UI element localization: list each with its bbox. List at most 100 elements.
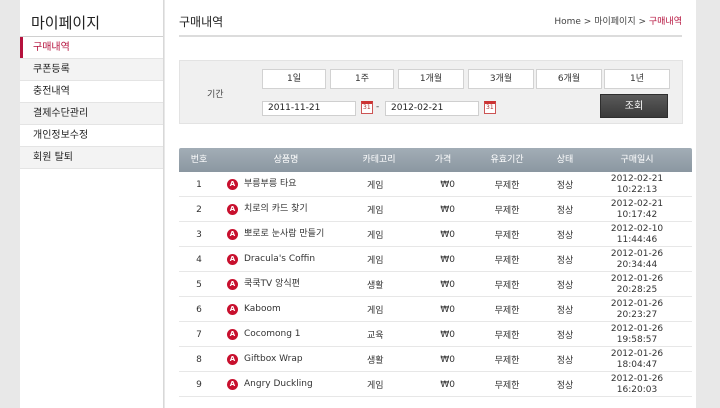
purchase-datetime-cell: 2012-01-26 20:34:44 [587, 247, 687, 272]
table-header: 번호 상품명 카테고리 가격 유효기간 상태 구매일시 [179, 148, 692, 172]
period-1month-button[interactable]: 1개월 [398, 69, 464, 89]
product-name-cell[interactable]: A Kaboom [227, 297, 345, 322]
app-store-icon: A [227, 229, 238, 240]
table-row[interactable]: 4 A Dracula's Coffin 게임 ₩0 무제한 정상 2012-01-26 20:… [179, 247, 692, 272]
table-row[interactable]: 9 A Angry Duckling 게임 ₩0 무제한 정상 2012-01-26 16:20… [179, 372, 692, 397]
breadcrumb-home[interactable]: Home [554, 17, 581, 27]
header-status: 상태 [556, 155, 574, 165]
sidebar-item-purchase-history[interactable]: 구매내역 [20, 37, 163, 59]
category-cell: 교육 [367, 331, 384, 341]
purchase-time: 10:17:42 [616, 209, 658, 220]
app-store-icon: A [227, 379, 238, 390]
purchase-datetime-cell: 2012-01-26 20:28:25 [587, 272, 687, 297]
product-name[interactable]: 치로의 카드 찾기 [244, 204, 308, 215]
calendar-icon[interactable] [361, 101, 373, 114]
table-row[interactable]: 3 A 뽀로로 눈사람 만들기 게임 ₩0 무제한 정상 2012-02-10 11:44:46 [179, 222, 692, 247]
product-name[interactable]: Giftbox Wrap [244, 354, 303, 365]
purchase-datetime: 2012-01-26 16:20:03 [611, 374, 663, 396]
period-1year-button[interactable]: 1년 [604, 69, 670, 89]
table-row[interactable]: 8 A Giftbox Wrap 생활 ₩0 무제한 정상 2012-01-26 18:04:4… [179, 347, 692, 372]
purchase-datetime-cell: 2012-01-26 20:23:27 [587, 297, 687, 322]
product-name-cell[interactable]: A Angry Duckling [227, 372, 345, 397]
app-store-icon: A [227, 329, 238, 340]
period-3month-button[interactable]: 3개월 [468, 69, 534, 89]
breadcrumb-separator: > [580, 17, 595, 27]
product-name[interactable]: Angry Duckling [244, 379, 313, 390]
purchase-time: 20:23:27 [616, 309, 658, 320]
purchase-datetime-cell: 2012-01-26 19:58:57 [587, 322, 687, 347]
search-button[interactable]: 조회 [600, 94, 668, 118]
sidebar-item-coupon-register[interactable]: 쿠폰등록 [20, 59, 163, 81]
product-name[interactable]: 뽀로로 눈사람 만들기 [244, 229, 324, 240]
date-range-dash: - [376, 102, 380, 112]
period-filter: 기간 1일 1주 1개월 3개월 6개월 1년 2011-11-21 - 201… [179, 60, 683, 124]
price-cell: ₩0 [440, 254, 455, 265]
breadcrumb-parent[interactable]: 마이페이지 [594, 17, 635, 27]
row-number: 7 [196, 329, 202, 340]
purchase-time: 20:34:44 [616, 259, 658, 270]
row-number: 4 [196, 254, 202, 265]
purchase-date: 2012-01-26 [610, 273, 664, 284]
validity-cell: 무제한 [494, 331, 520, 341]
app-store-icon: A [227, 354, 238, 365]
app-store-icon: A [227, 204, 238, 215]
table-row[interactable]: 2 A 치로의 카드 찾기 게임 ₩0 무제한 정상 2012-02-21 10:17:42 [179, 197, 692, 222]
start-date-field[interactable]: 2011-11-21 [262, 101, 356, 116]
status-cell: 정상 [556, 256, 574, 266]
app-store-icon: A [227, 279, 238, 290]
product-name-cell[interactable]: A Dracula's Coffin [227, 247, 345, 272]
header-purchase-date: 구매일시 [620, 155, 654, 165]
purchase-table: 번호 상품명 카테고리 가격 유효기간 상태 구매일시 1 A 부릉부릉 타요 게임 ₩… [179, 148, 692, 397]
sidebar-item-charge-history[interactable]: 충전내역 [20, 81, 163, 103]
validity-cell: 무제한 [494, 381, 520, 391]
product-name-cell[interactable]: A 부릉부릉 타요 [227, 172, 345, 197]
table-row[interactable]: 5 A 쿡쿡TV 앙식편 생활 ₩0 무제한 정상 2012-01-26 20:28:25 [179, 272, 692, 297]
period-6month-button[interactable]: 6개월 [536, 69, 602, 89]
price-cell: ₩0 [440, 379, 455, 390]
status-cell: 정상 [556, 181, 574, 191]
period-1week-button[interactable]: 1주 [330, 69, 394, 89]
header-category: 카테고리 [362, 155, 396, 165]
product-name-cell[interactable]: A Cocomong 1 [227, 322, 345, 347]
calendar-icon[interactable] [484, 101, 496, 114]
validity-cell: 무제한 [494, 181, 520, 191]
sidebar-item-payment-methods[interactable]: 결제수단관리 [20, 103, 163, 125]
purchase-datetime-cell: 2012-01-26 16:20:03 [587, 372, 687, 397]
product-name-cell[interactable]: A Giftbox Wrap [227, 347, 345, 372]
row-number: 8 [196, 354, 202, 365]
product-name[interactable]: 부릉부릉 타요 [244, 179, 297, 190]
sidebar-item-edit-profile[interactable]: 개인정보수정 [20, 125, 163, 147]
price-cell: ₩0 [440, 279, 455, 290]
row-number: 2 [196, 204, 202, 215]
status-cell: 정상 [556, 231, 574, 241]
validity-cell: 무제한 [494, 281, 520, 291]
product-name-cell[interactable]: A 뽀로로 눈사람 만들기 [227, 222, 345, 247]
validity-cell: 무제한 [494, 306, 520, 316]
sidebar-item-withdraw[interactable]: 회원 탈퇴 [20, 147, 163, 169]
breadcrumb-separator: > [635, 17, 649, 27]
purchase-date: 2012-01-26 [610, 298, 664, 309]
period-1day-button[interactable]: 1일 [262, 69, 326, 89]
purchase-date: 2012-01-26 [610, 248, 664, 259]
end-date-field[interactable]: 2012-02-21 [385, 101, 479, 116]
row-number: 6 [196, 304, 202, 315]
page-title: 구매내역 [179, 15, 224, 29]
product-name-cell[interactable]: A 쿡쿡TV 앙식편 [227, 272, 345, 297]
table-row[interactable]: 1 A 부릉부릉 타요 게임 ₩0 무제한 정상 2012-02-21 10:22:13 [179, 172, 692, 197]
status-cell: 정상 [556, 381, 574, 391]
price-cell: ₩0 [440, 179, 455, 190]
product-name[interactable]: 쿡쿡TV 앙식편 [244, 279, 300, 290]
product-name[interactable]: Cocomong 1 [244, 329, 301, 340]
table-row[interactable]: 6 A Kaboom 게임 ₩0 무제한 정상 2012-01-26 20:23:27 [179, 297, 692, 322]
product-name[interactable]: Dracula's Coffin [244, 254, 315, 265]
price-cell: ₩0 [440, 354, 455, 365]
category-cell: 게임 [367, 181, 384, 191]
header-validity: 유효기간 [490, 155, 524, 165]
purchase-datetime: 2012-02-21 10:22:13 [611, 174, 663, 196]
product-name-cell[interactable]: A 치로의 카드 찾기 [227, 197, 345, 222]
category-cell: 게임 [367, 206, 384, 216]
product-name[interactable]: Kaboom [244, 304, 281, 315]
table-row[interactable]: 7 A Cocomong 1 교육 ₩0 무제한 정상 2012-01-26 19:58:57 [179, 322, 692, 347]
purchase-datetime-cell: 2012-02-10 11:44:46 [587, 222, 687, 247]
price-cell: ₩0 [440, 329, 455, 340]
